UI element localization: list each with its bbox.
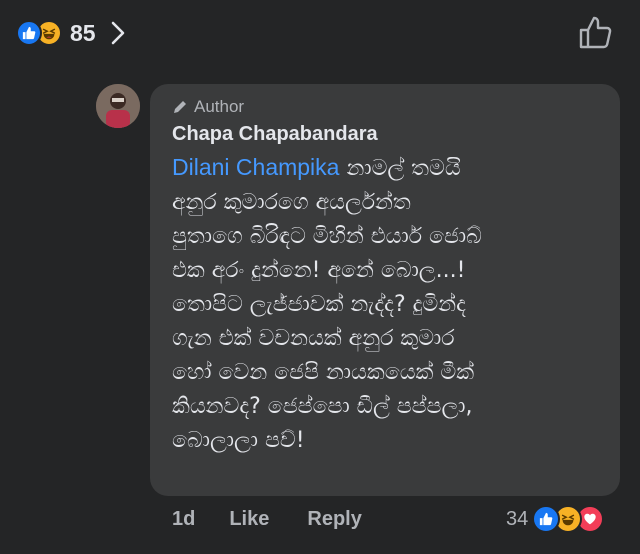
chevron-right-icon[interactable] — [110, 20, 126, 46]
comment-reaction-count: 34 — [506, 507, 529, 530]
timestamp[interactable]: 1d — [172, 508, 195, 531]
avatar[interactable] — [96, 84, 140, 128]
author-badge: Author — [172, 96, 604, 118]
mention-link[interactable]: Dilani Champika — [172, 154, 339, 180]
like-reaction-icon — [532, 505, 561, 533]
comment-body: නාමල් තමයි අනුර කුමාරගෙ අයර්ලන්ත පුතාගෙ … — [172, 156, 482, 453]
like-reaction-icon — [16, 20, 42, 46]
comment-bubble: Author Chapa Chapabandara Dilani Champik… — [150, 84, 620, 496]
comment-text: Dilani Champika නාමල් තමයි අනුර කුමාරගෙ … — [172, 150, 602, 458]
author-badge-label: Author — [194, 97, 245, 116]
reactions-summary[interactable]: 85 — [16, 16, 126, 50]
comment-actions: 1d Like Reply — [172, 508, 400, 531]
reactions-header: 85 — [0, 0, 640, 66]
thumbs-up-icon[interactable] — [578, 14, 614, 50]
comment-reactions[interactable]: 34 — [506, 505, 605, 533]
commenter-name[interactable]: Chapa Chapabandara — [172, 123, 604, 146]
reaction-count: 85 — [70, 19, 96, 46]
like-button[interactable]: Like — [229, 508, 269, 531]
pencil-icon — [174, 101, 186, 113]
reply-button[interactable]: Reply — [307, 508, 361, 531]
